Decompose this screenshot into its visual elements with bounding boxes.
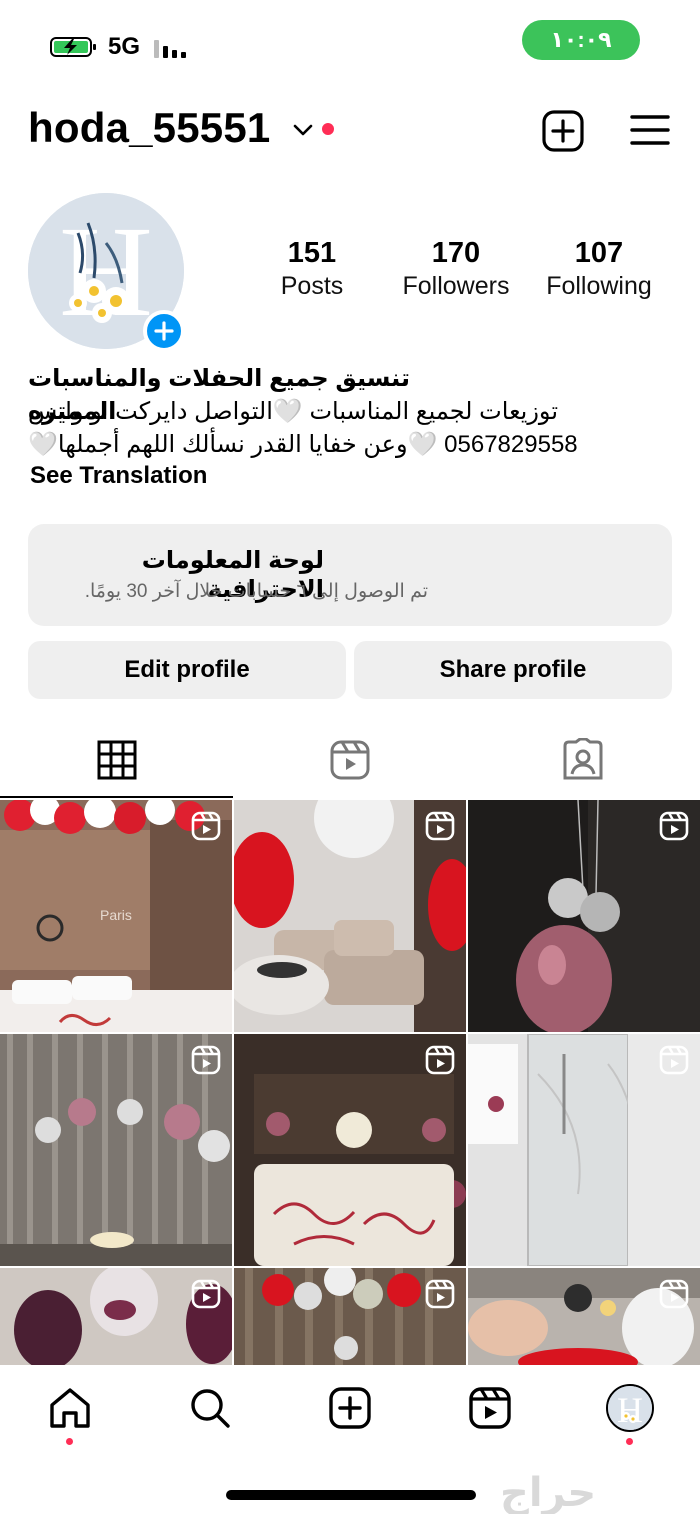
- new-post-icon[interactable]: [542, 110, 584, 152]
- profile-notification-dot: [626, 1438, 633, 1445]
- reel-icon: [659, 1279, 689, 1309]
- reel-icon: [191, 1279, 221, 1309]
- posts-grid: Paris: [0, 800, 700, 1365]
- plus-icon: [154, 321, 174, 341]
- reel-icon: [191, 811, 221, 841]
- stat-following-value: 107: [574, 237, 624, 269]
- reel-icon: [659, 811, 689, 841]
- professional-dashboard[interactable]: لوحة المعلومات الاحترافية تم الوصول إلى …: [28, 524, 672, 626]
- profile-header: hoda_55551: [0, 100, 700, 160]
- reel-icon: [425, 1279, 455, 1309]
- bio-line-2: 0567829558 🤍وعن خفايا القدر نسألك اللهم …: [28, 431, 578, 458]
- avatar-mini-image: H: [608, 1386, 652, 1430]
- stat-posts[interactable]: 151 Posts: [242, 236, 382, 302]
- network-type: 5G: [108, 33, 141, 60]
- stat-followers-label: Followers: [402, 272, 510, 300]
- tile-text: Paris: [100, 907, 132, 923]
- grid-post-1[interactable]: Paris: [0, 800, 232, 1032]
- stat-followers[interactable]: 170 Followers: [386, 236, 526, 302]
- grid-post-3[interactable]: [468, 800, 700, 1032]
- grid-post-4[interactable]: [0, 1034, 232, 1266]
- stat-posts-value: 151: [287, 237, 337, 269]
- stat-followers-value: 170: [431, 237, 481, 269]
- profile-avatar[interactable]: H: [606, 1384, 654, 1432]
- battery-charging-icon: [50, 37, 96, 57]
- reel-icon: [659, 1045, 689, 1075]
- home-icon[interactable]: [48, 1386, 92, 1430]
- grid-post-6[interactable]: [468, 1034, 700, 1266]
- watermark-logo: حراج: [500, 1471, 597, 1514]
- share-profile-button[interactable]: Share profile: [354, 641, 672, 699]
- add-story-button[interactable]: [143, 310, 185, 352]
- stat-posts-label: Posts: [280, 272, 344, 300]
- see-translation-link[interactable]: See Translation: [30, 462, 207, 490]
- home-notification-dot: [66, 1438, 73, 1445]
- status-time[interactable]: ١٠:٠٩: [522, 20, 640, 60]
- status-bar: 5G ١٠:٠٩: [0, 0, 700, 90]
- active-tab-indicator: [0, 796, 233, 798]
- reel-icon: [191, 1045, 221, 1075]
- grid-post-7[interactable]: [0, 1268, 232, 1365]
- chevron-down-icon[interactable]: [291, 118, 315, 142]
- search-icon[interactable]: [188, 1386, 232, 1430]
- bio-line-1: توزيعات لجميع المناسبات 🤍التواصل دايركت …: [28, 398, 558, 425]
- dashboard-subtitle: تم الوصول إلى ٦ حسابات خلال آخر 30 يومًا…: [84, 581, 428, 602]
- reels-icon[interactable]: [468, 1386, 512, 1430]
- signal-icon: [154, 40, 186, 58]
- menu-icon[interactable]: [630, 112, 670, 148]
- create-icon[interactable]: [328, 1386, 372, 1430]
- username-title[interactable]: hoda_55551: [28, 104, 270, 152]
- svg-text:H: H: [617, 1390, 643, 1430]
- tagged-icon[interactable]: [561, 738, 605, 782]
- reel-icon: [425, 811, 455, 841]
- grid-post-2[interactable]: [234, 800, 466, 1032]
- grid-post-9[interactable]: [468, 1268, 700, 1365]
- svg-text:H: H: [59, 200, 153, 344]
- grid-icon[interactable]: [95, 738, 139, 782]
- reel-icon: [425, 1045, 455, 1075]
- stat-following-label: Following: [546, 272, 652, 300]
- stat-following[interactable]: 107 Following: [529, 236, 669, 302]
- notification-dot: [322, 123, 334, 135]
- edit-profile-button[interactable]: Edit profile: [28, 641, 346, 699]
- grid-post-8[interactable]: [234, 1268, 466, 1365]
- home-indicator: [226, 1490, 476, 1500]
- grid-post-5[interactable]: [234, 1034, 466, 1266]
- reels-icon[interactable]: [328, 738, 372, 782]
